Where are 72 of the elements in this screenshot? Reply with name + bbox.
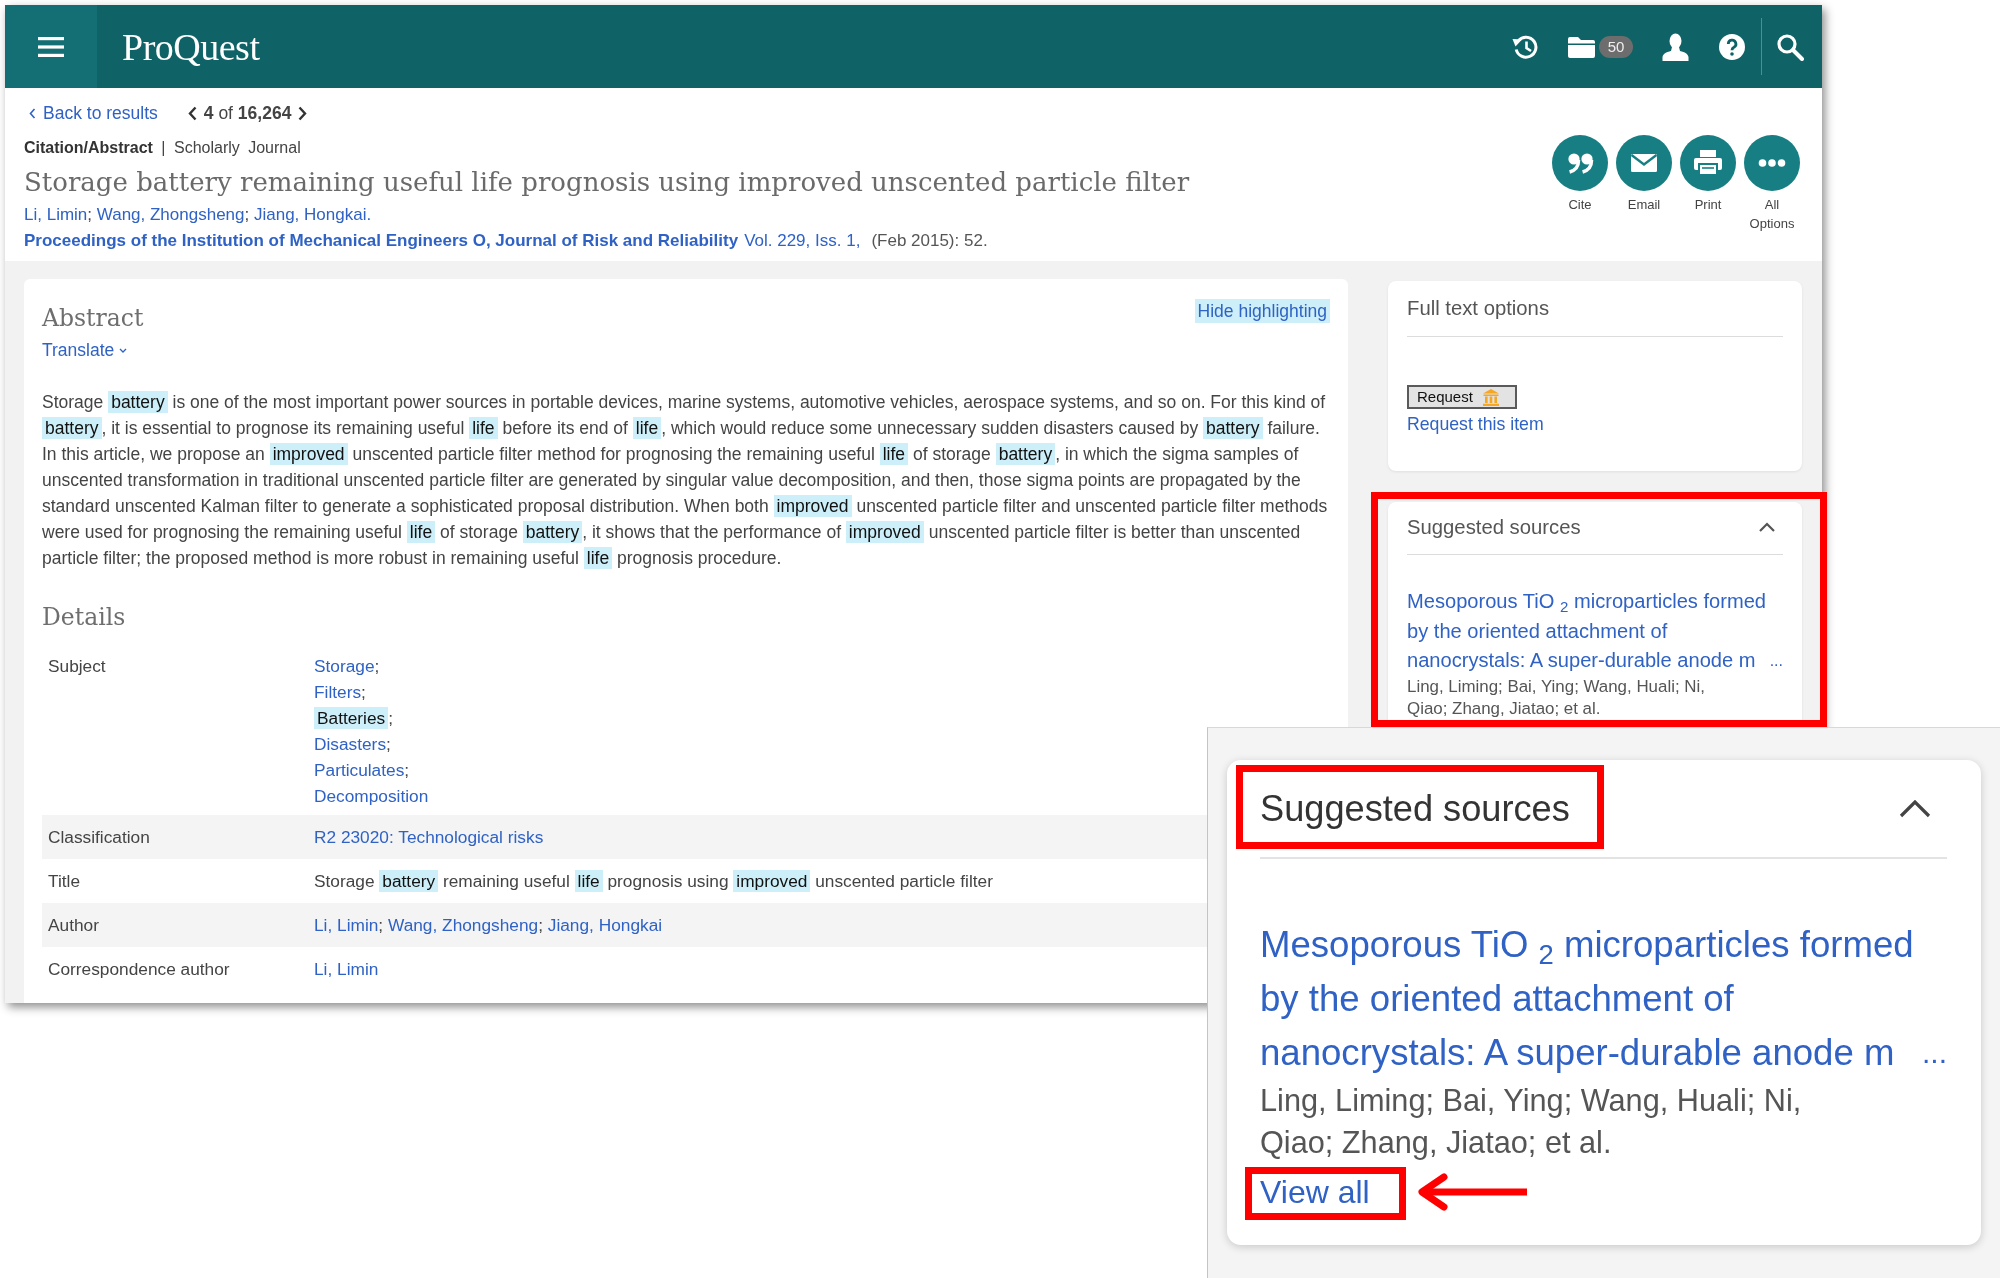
author-link[interactable]: Wang, Zhongsheng [96, 205, 245, 224]
detail-link[interactable]: R2 23020: Technological risks [314, 827, 544, 847]
author-link[interactable]: Jiang, Hongkai. [253, 205, 372, 224]
ellipsis-text: ... [1922, 1035, 1947, 1071]
previous-button[interactable] [187, 105, 197, 121]
section-heading: Abstract [42, 303, 144, 333]
subject-link[interactable]: Decomposition [314, 786, 429, 806]
chevron-right-icon [298, 105, 308, 121]
subject-list: Storage; Filters; Batteries ; Disasters; Particulates; Decomposition [314, 653, 429, 809]
field-label: Correspondence author [48, 958, 231, 981]
library-icon [1482, 388, 1499, 406]
envelope-icon [1616, 135, 1672, 191]
source-title-link[interactable]: Mesoporous TiO $_{2}$ microparticles formed by the oriented attachment of nanocrystals: A super-durable anode m [1260, 918, 1922, 1080]
chevron-up-icon[interactable] [1899, 800, 1931, 818]
printer-icon [1680, 135, 1736, 191]
journal-link[interactable]: Proceedings of the Institution of Mechanical Engineers O, Journal of Risk and Reliability [24, 231, 739, 250]
result-position: 4 of 16,264 [203, 101, 292, 125]
search-icon[interactable] [1776, 32, 1804, 61]
publication-info: Proceedings of the Institution of Mechanical Engineers O, Journal of Risk and Reliability Vol. 229, Iss. 1, (Feb 2015): 52. [24, 230, 989, 252]
request-button[interactable]: Request [1407, 385, 1517, 409]
detail-link[interactable]: Li, Limin [314, 915, 379, 935]
document-type: Citation/Abstract | Scholarly Journal [24, 138, 302, 158]
author-link[interactable]: Li, Limin [24, 205, 88, 224]
source-title-link[interactable]: Mesoporous TiO $_{2}$ microparticles formed by the oriented attachment of nanocrystals: A super-durable anode m [1407, 587, 1770, 676]
folder-icon[interactable] [1567, 34, 1596, 59]
chevron-down-icon [119, 347, 128, 353]
cite-button[interactable]: Cite [1550, 135, 1610, 214]
quote-icon [1552, 135, 1608, 191]
hide-highlighting-button[interactable]: Hide highlighting [1194, 299, 1330, 323]
subject-link[interactable]: Filters [314, 682, 362, 702]
email-button[interactable]: Email [1614, 135, 1674, 214]
detail-link[interactable]: Li, Limin [314, 959, 379, 979]
back-link[interactable]: Back to results [29, 99, 158, 127]
translate-link[interactable]: Translate [42, 339, 128, 361]
user-icon[interactable] [1661, 32, 1690, 61]
field-label: Title [48, 870, 81, 893]
source-authors: Ling, Liming; Bai, Ying; Wang, Huali; Ni, Qiao; Zhang, Jiatao; et al. [1407, 675, 1706, 720]
chevron-left-icon [29, 107, 36, 119]
all-options-button[interactable]: All Options [1742, 135, 1802, 233]
subject-link[interactable]: Storage [314, 656, 375, 676]
field-value: Storage battery remaining useful life prognosis using improved unscented particle filter [314, 869, 993, 893]
author-list: Li, Limin; Wang, Zhongsheng; Jiang, Hongkai. [24, 204, 1550, 226]
subject-link[interactable]: Particulates [314, 760, 405, 780]
detail-link[interactable]: Wang, Zhongsheng [387, 915, 539, 935]
request-link[interactable]: Request this item [1407, 413, 1544, 435]
document-title: Storage battery remaining useful life prognosis using improved unscented particle filter [24, 166, 1191, 199]
subject-link[interactable]: Batteries [314, 707, 389, 729]
section-heading: Details [42, 602, 127, 632]
abstract-text: Storage battery is one of the most important power sources in portable devices, marine systems, automotive vehicles, aerospace systems, and so on. For this kind of battery , it is essential to prognose its remaining useful life before its end of life , which would reduce some unnecessary sudden disasters caused by battery failure. In this article, we propose an improved unscented particle filter method for prognosing the remaining useful life of storage battery , in which the sigma samples of unscented transformation in traditional unscented particle filter are generated by singular value decomposition, and then, those sigma points are propagated by the standard unscented Kalman filter to generate a sophisticated proposal distribution. When both improved unscented particle filter and unscented particle filter methods were used for prognosing the remaining useful life of storage battery , it shows that the performance of improved unscented particle filter is better than unscented particle filter; the proposed method is more robust in remaining useful life prognosis procedure. [42, 390, 1329, 571]
subject-link[interactable]: Disasters [314, 734, 387, 754]
field-label: Author [48, 914, 100, 937]
panel-heading: Suggested sources [1407, 515, 1581, 540]
field-label: Subject [48, 655, 107, 678]
detail-link[interactable]: Jiang, Hongkai [547, 915, 663, 935]
menu-button[interactable] [5, 5, 97, 88]
panel-heading: Suggested sources [1260, 788, 1570, 830]
view-all-link[interactable]: View all [1260, 1174, 1370, 1210]
ellipsis-text: ... [1769, 651, 1783, 671]
next-button[interactable] [298, 105, 308, 121]
print-button[interactable]: Print [1678, 135, 1738, 214]
chevron-up-icon[interactable] [1758, 521, 1776, 533]
field-label: Classification [48, 826, 151, 849]
brand-logo[interactable]: ProQuest [122, 27, 260, 66]
link-list: Li, Limin; Wang, Zhongsheng; Jiang, Hongkai [314, 913, 663, 937]
chevron-left-icon [187, 105, 197, 121]
source-authors: Ling, Liming; Bai, Ying; Wang, Huali; Ni, Qiao; Zhang, Jiatao; et al. [1260, 1082, 1803, 1162]
more-icon [1744, 135, 1800, 191]
help-icon[interactable] [1719, 33, 1745, 60]
menu-icon [38, 36, 64, 57]
issue-link[interactable]: Vol. 229, Iss. 1, [744, 231, 861, 250]
panel-heading: Full text options [1407, 296, 1550, 320]
count-badge: 50 [1599, 35, 1633, 58]
